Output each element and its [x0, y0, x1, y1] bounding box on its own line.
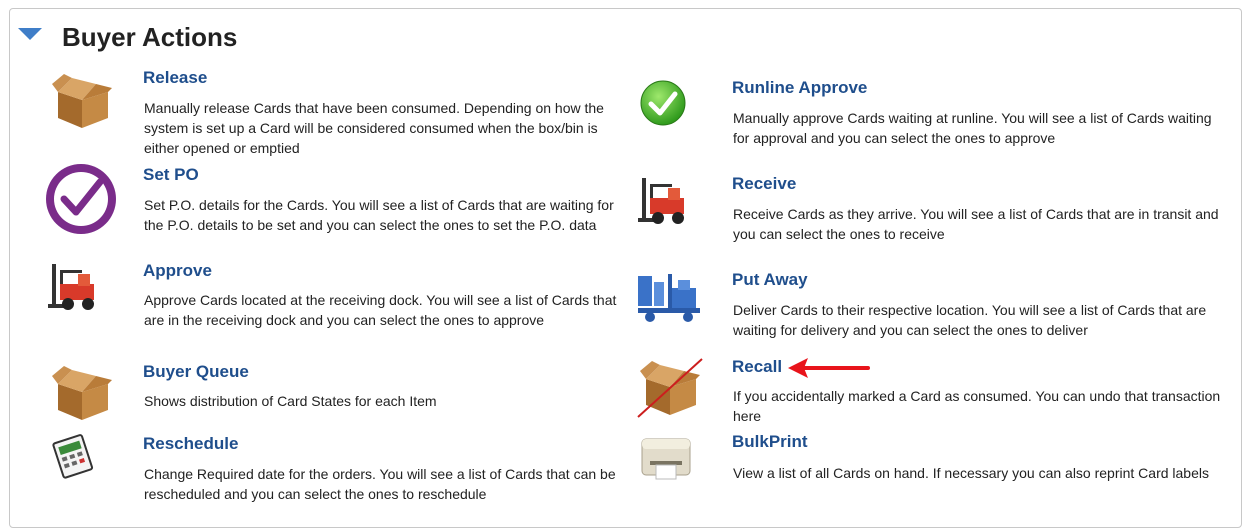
approve-link[interactable]: Approve [143, 261, 212, 281]
buyer-queue-link[interactable]: Buyer Queue [143, 362, 249, 382]
action-approve: Approve Approve Cards located at the rec… [40, 258, 616, 354]
release-link[interactable]: Release [143, 68, 207, 88]
receive-description: Receive Cards as they arrive. You will s… [733, 206, 1219, 242]
box-icon [52, 74, 112, 128]
calendar-icon [52, 434, 94, 479]
box-icon [52, 366, 112, 420]
reschedule-link[interactable]: Reschedule [143, 434, 238, 454]
action-set-po: Set PO Set P.O. details for the Cards. Y… [40, 162, 614, 258]
crossed-box-icon [637, 358, 703, 418]
bulkprint-description: View a list of all Cards on hand. If nec… [733, 465, 1209, 481]
bulkprint-link[interactable]: BulkPrint [732, 432, 808, 452]
blue-forklift-icon [638, 274, 700, 322]
red-arrow-icon [788, 358, 870, 378]
approve-description: Approve Cards located at the receiving d… [144, 292, 617, 328]
recall-description: If you accidentally marked a Card as con… [733, 388, 1221, 424]
set-po-link[interactable]: Set PO [143, 165, 199, 185]
action-reschedule: Reschedule Change Required date for the … [40, 432, 616, 504]
action-receive: Receive Receive Cards as they arrive. Yo… [636, 172, 1219, 252]
section-title: Buyer Actions [62, 22, 238, 52]
action-put-away: Put Away Deliver Cards to their respecti… [636, 268, 1206, 348]
receive-link[interactable]: Receive [732, 174, 796, 194]
caret-down-icon[interactable] [18, 28, 42, 40]
checkmark-badge-icon [46, 164, 116, 234]
action-runline-approve: Runline Approve Manually approve Cards w… [636, 76, 1212, 156]
action-buyer-queue: Buyer Queue Shows distribution of Card S… [40, 360, 530, 420]
forklift-icon [638, 178, 684, 224]
runline-approve-link[interactable]: Runline Approve [732, 78, 867, 98]
action-bulkprint: BulkPrint View a list of all Cards on ha… [636, 431, 1209, 507]
put-away-link[interactable]: Put Away [732, 270, 808, 290]
put-away-description: Deliver Cards to their respective locati… [733, 302, 1207, 338]
release-description: Manually release Cards that have been co… [144, 100, 604, 156]
recall-link[interactable]: Recall [732, 357, 782, 377]
green-check-icon [640, 80, 686, 126]
forklift-icon [48, 264, 94, 310]
runline-approve-description: Manually approve Cards waiting at runlin… [733, 110, 1212, 146]
reschedule-description: Change Required date for the orders. You… [144, 466, 616, 502]
action-release: Release Manually release Cards that have… [40, 66, 604, 158]
set-po-description: Set P.O. details for the Cards. You will… [144, 197, 614, 233]
action-recall: Recall If you accidentally marked a Card… [636, 355, 1220, 427]
buyer-queue-description: Shows distribution of Card States for ea… [144, 393, 437, 409]
label-printer-icon [641, 438, 691, 480]
